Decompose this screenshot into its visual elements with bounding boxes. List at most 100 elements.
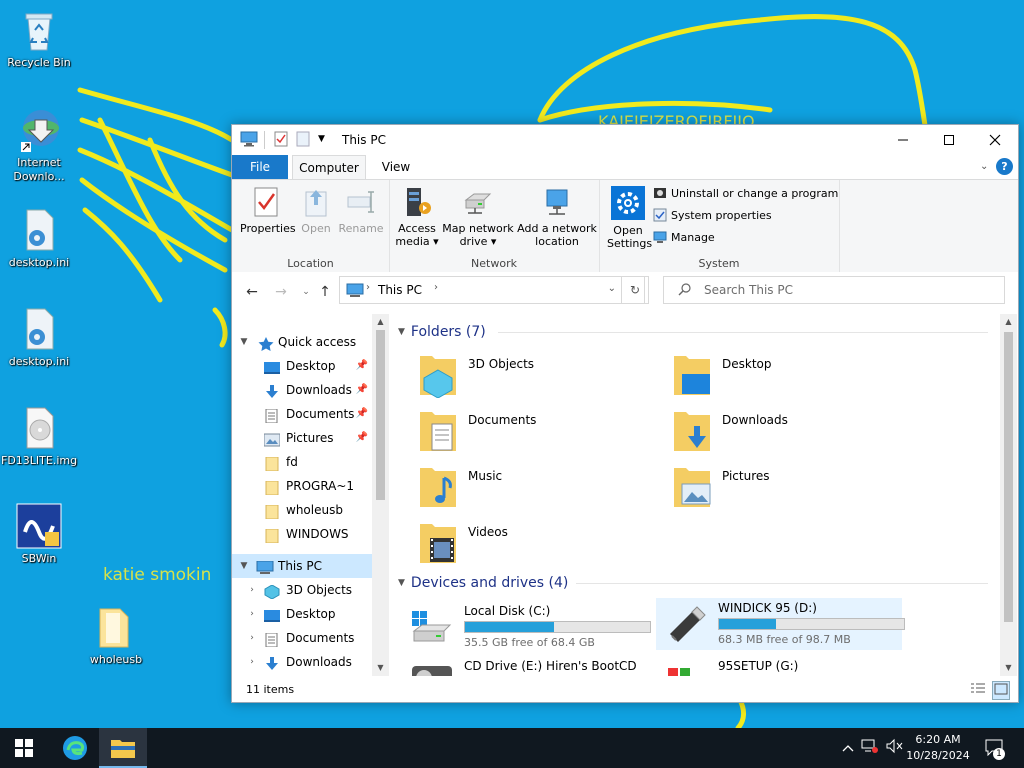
scrollbar-thumb[interactable] [376, 330, 385, 500]
scroll-down-arrow-icon[interactable]: ▼ [372, 660, 389, 676]
nav-pane-scrollbar[interactable]: ▲ ▼ [372, 314, 389, 676]
nav-this-pc[interactable]: ▼ This PC [232, 554, 372, 578]
folder-tile-documents[interactable]: Documents [406, 408, 646, 458]
tab-view[interactable]: View [372, 155, 420, 179]
documents-icon [264, 407, 280, 424]
map-network-drive-button[interactable]: Map network drive ▾ [441, 186, 515, 248]
drive-tile-local-disk-c[interactable]: Local Disk (C:) 35.5 GB free of 68.4 GB [402, 601, 651, 653]
folder-tile-downloads[interactable]: Downloads [660, 408, 900, 458]
search-input[interactable]: Search This PC [663, 276, 1005, 304]
system-properties-button[interactable]: System properties [653, 206, 772, 226]
computer-management-icon [653, 230, 667, 244]
refresh-button[interactable]: ↻ [621, 276, 649, 304]
drive-tile-windick-95-d[interactable]: WINDICK 95 (D:) 68.3 MB free of 98.7 MB [656, 598, 905, 650]
nav-pc-desktop[interactable]: › Desktop [232, 602, 372, 626]
scroll-up-arrow-icon[interactable]: ▲ [372, 314, 389, 330]
rename-button[interactable]: Rename [338, 186, 384, 235]
drive-tile-cd-drive-e[interactable]: CD Drive (E:) Hiren's BootCD [402, 656, 648, 676]
expand-chevron-icon[interactable]: › [246, 650, 258, 674]
nav-label: wholeusb [286, 503, 343, 517]
drive-tile-95setup-g[interactable]: 95SETUP (G:) [656, 656, 902, 676]
desktop-icon-fd13lite-img[interactable]: FD13LITE.img [1, 404, 77, 468]
nav-quick-documents[interactable]: Documents 📌 [232, 402, 372, 426]
breadcrumb-chevron-icon[interactable]: › [366, 282, 370, 293]
system-clock[interactable]: 6:20 AM 10/28/2024 [900, 732, 976, 764]
nav-quick-windows[interactable]: WINDOWS [232, 522, 372, 546]
expand-chevron-icon[interactable]: › [246, 626, 258, 650]
properties-button[interactable]: Properties [240, 186, 296, 235]
nav-quick-fd[interactable]: fd [232, 450, 372, 474]
item-count: 11 items [246, 683, 295, 696]
large-icons-view-icon[interactable] [992, 681, 1010, 700]
desktop-icon-sbwin[interactable]: SBWin [1, 502, 77, 566]
folder-tile-videos[interactable]: Videos [406, 520, 646, 570]
nav-quick-downloads[interactable]: Downloads 📌 [232, 378, 372, 402]
internet-download-manager-icon [15, 106, 63, 154]
nav-pc-downloads[interactable]: › Downloads [232, 650, 372, 674]
folder-tile-music[interactable]: Music [406, 464, 646, 514]
folder-tile-desktop[interactable]: Desktop [660, 352, 900, 402]
new-folder-quick-icon[interactable] [296, 131, 310, 149]
open-settings-button[interactable]: Open Settings [607, 186, 652, 250]
uninstall-program-button[interactable]: Uninstall or change a program [653, 184, 838, 204]
address-dropdown-chevron-icon[interactable]: ⌄ [608, 283, 616, 294]
collapse-chevron-icon[interactable]: ▼ [398, 578, 405, 588]
manage-button[interactable]: Manage [653, 228, 715, 248]
folder-tile-pictures[interactable]: Pictures [660, 464, 900, 514]
nav-quick-pictures[interactable]: Pictures 📌 [232, 426, 372, 450]
nav-quick-wholeusb[interactable]: wholeusb [232, 498, 372, 522]
folders-group-header[interactable]: ▼ Folders (7) [398, 322, 988, 342]
folder-tile-3d-objects[interactable]: 3D Objects [406, 352, 646, 402]
nav-pc-3d-objects[interactable]: › 3D Objects [232, 578, 372, 602]
expand-chevron-icon[interactable]: › [246, 578, 258, 602]
minimize-button[interactable] [880, 125, 926, 155]
taskbar-file-explorer-button[interactable] [99, 728, 147, 768]
content-scrollbar[interactable]: ▲ ▼ [1000, 314, 1017, 676]
notification-center-button[interactable]: 1 [983, 738, 1005, 760]
address-bar[interactable]: › This PC › ⌄ [339, 276, 645, 304]
show-hidden-icons-chevron-icon[interactable] [838, 738, 858, 758]
desktop-icon-wholeusb[interactable]: wholeusb [78, 603, 154, 667]
close-button[interactable] [972, 125, 1018, 155]
customize-quick-access-dropdown[interactable]: ▼ [318, 134, 325, 152]
documents-folder-icon [418, 408, 458, 454]
collapse-chevron-icon[interactable]: ▼ [238, 330, 250, 354]
expand-ribbon-chevron-icon[interactable]: ⌄ [980, 161, 988, 172]
desktop-icon-internet-download-manager[interactable]: Internet Downlo... [1, 106, 77, 184]
access-media-button[interactable]: Access media ▾ [395, 186, 439, 248]
details-view-icon[interactable] [970, 682, 986, 699]
collapse-chevron-icon[interactable]: ▼ [398, 327, 405, 337]
up-arrow-icon[interactable]: ↑ [314, 281, 336, 303]
breadcrumb-chevron-icon[interactable]: › [434, 282, 438, 293]
forward-arrow-icon[interactable]: → [270, 281, 292, 303]
taskbar-edge-button[interactable] [51, 728, 99, 768]
tab-file[interactable]: File [232, 155, 288, 179]
scroll-down-arrow-icon[interactable]: ▼ [1000, 660, 1017, 676]
scrollbar-thumb[interactable] [1004, 332, 1013, 622]
desktop-icon-desktop-ini[interactable]: desktop.ini [1, 305, 77, 369]
maximize-button[interactable] [926, 125, 972, 155]
folder-label: Documents [468, 413, 537, 427]
tab-computer[interactable]: Computer [292, 155, 366, 180]
scroll-up-arrow-icon[interactable]: ▲ [1000, 314, 1017, 330]
breadcrumb-this-pc[interactable]: This PC [378, 283, 422, 297]
nav-quick-progra[interactable]: PROGRA~1 [232, 474, 372, 498]
devices-group-header[interactable]: ▼ Devices and drives (4) [398, 573, 988, 593]
add-network-location-button[interactable]: Add a network location [517, 186, 597, 248]
start-button[interactable] [0, 728, 48, 768]
access-media-label: Access [398, 222, 436, 235]
nav-quick-access[interactable]: ▼ Quick access [232, 330, 372, 354]
properties-quick-icon[interactable] [274, 131, 288, 149]
collapse-chevron-icon[interactable]: ▼ [238, 554, 250, 578]
back-arrow-icon[interactable]: ← [241, 281, 263, 303]
help-icon[interactable]: ? [996, 158, 1013, 175]
nav-pc-documents[interactable]: › Documents [232, 626, 372, 650]
nav-label: Quick access [278, 335, 357, 349]
desktop-icon-recycle-bin[interactable]: Recycle Bin [1, 6, 77, 70]
network-status-icon[interactable] [860, 738, 880, 758]
open-button[interactable]: Open [298, 186, 334, 235]
nav-quick-desktop[interactable]: Desktop 📌 [232, 354, 372, 378]
desktop-icon-desktop-ini[interactable]: desktop.ini [1, 206, 77, 270]
expand-chevron-icon[interactable]: › [246, 602, 258, 626]
folder-label: Pictures [722, 469, 770, 483]
